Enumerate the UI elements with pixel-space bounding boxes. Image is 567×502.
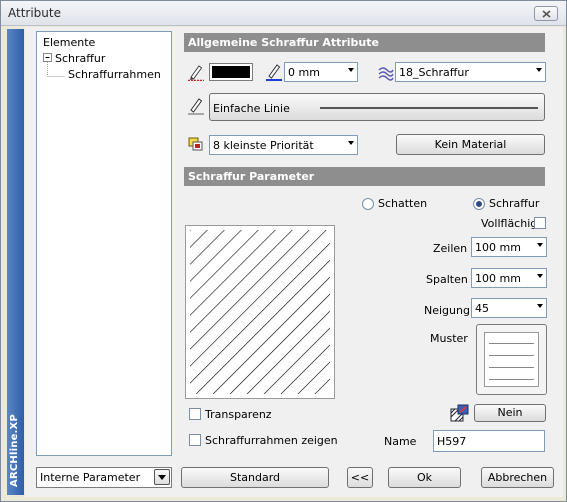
no-button-label: Nein bbox=[497, 406, 523, 419]
hatch-preview bbox=[185, 225, 335, 399]
internal-params-value: Interne Parameter bbox=[40, 471, 141, 484]
shadow-radio-label: Schatten bbox=[378, 197, 428, 210]
ok-button[interactable]: Ok bbox=[388, 467, 461, 488]
pen-color-icon bbox=[188, 65, 204, 81]
transparency-checkbox[interactable] bbox=[189, 408, 201, 420]
material-button[interactable]: Kein Material bbox=[396, 134, 545, 155]
line-type-label: Einfache Linie bbox=[213, 102, 290, 115]
pattern-button[interactable] bbox=[476, 324, 547, 395]
solid-checkbox[interactable] bbox=[534, 217, 546, 229]
dialog-content: Elemente Schraffur Schraffurrahmen Allge… bbox=[25, 27, 563, 497]
name-input[interactable]: H597 bbox=[433, 430, 545, 452]
chevron-down-icon bbox=[537, 243, 543, 247]
priority-icon bbox=[188, 137, 203, 151]
tree-connector bbox=[47, 76, 65, 77]
solid-label: Vollflächig bbox=[481, 217, 538, 230]
chevron-down-icon bbox=[537, 304, 543, 308]
layer-select[interactable]: 18_Schraffur bbox=[395, 62, 546, 82]
priority-value: 8 kleinste Priorität bbox=[213, 139, 314, 152]
name-value: H597 bbox=[437, 435, 467, 448]
cols-label: Spalten bbox=[426, 273, 468, 286]
ok-label: Ok bbox=[416, 471, 433, 484]
line-type-icon bbox=[188, 98, 204, 115]
rows-label: Zeilen bbox=[433, 242, 468, 255]
pen-width-select[interactable]: 0 mm bbox=[284, 62, 358, 82]
params-section-header: Schraffur Parameter bbox=[184, 167, 545, 186]
chevron-down-icon bbox=[348, 141, 354, 145]
incline-label: Neigung bbox=[424, 304, 470, 317]
chevron-down-icon bbox=[537, 274, 543, 278]
general-section-header: Allgemeine Schraffur Attribute bbox=[184, 33, 545, 52]
back-label: << bbox=[350, 471, 370, 484]
priority-select[interactable]: 8 kleinste Priorität bbox=[209, 135, 358, 155]
brand-label: ARCHline.XP bbox=[9, 414, 20, 487]
rows-value: 100 mm bbox=[475, 241, 521, 254]
standard-label: Standard bbox=[229, 471, 281, 484]
shadow-radio[interactable] bbox=[362, 198, 374, 210]
cancel-button[interactable]: Abbrechen bbox=[481, 467, 554, 488]
chevron-down-icon bbox=[536, 68, 542, 72]
name-label: Name bbox=[384, 435, 417, 448]
line-preview bbox=[320, 107, 538, 109]
hatch-radio[interactable] bbox=[473, 198, 485, 210]
close-icon bbox=[541, 9, 551, 18]
close-button[interactable] bbox=[534, 6, 558, 21]
transparency-label: Transparenz bbox=[205, 408, 272, 421]
category-tree[interactable]: Elemente Schraffur Schraffurrahmen bbox=[36, 31, 172, 456]
tree-item-schraffur[interactable]: Schraffur bbox=[55, 52, 105, 65]
pen-width-icon bbox=[266, 64, 282, 81]
pen-color-swatch[interactable] bbox=[209, 63, 253, 81]
pen-width-value: 0 mm bbox=[288, 66, 320, 79]
back-button[interactable]: << bbox=[347, 467, 373, 488]
internal-params-select[interactable]: Interne Parameter bbox=[36, 467, 172, 488]
tree-item-schraffurrahmen[interactable]: Schraffurrahmen bbox=[68, 68, 161, 81]
hatch-pattern bbox=[190, 230, 330, 394]
tree-item-elemente[interactable]: Elemente bbox=[43, 36, 95, 49]
layer-icon bbox=[378, 67, 394, 81]
show-frame-label: Schraffurrahmen zeigen bbox=[205, 434, 338, 447]
chevron-down-icon bbox=[348, 68, 354, 72]
brand-strip: ARCHline.XP bbox=[7, 29, 24, 495]
material-label: Kein Material bbox=[434, 138, 507, 151]
show-frame-checkbox[interactable] bbox=[189, 434, 201, 446]
frame-hatch-icon bbox=[450, 404, 469, 422]
hatch-radio-label: Schraffur bbox=[489, 197, 540, 210]
title-bar: Attribute bbox=[1, 1, 566, 26]
dropdown-button[interactable] bbox=[154, 469, 170, 485]
cols-select[interactable]: 100 mm bbox=[471, 268, 547, 288]
cancel-label: Abbrechen bbox=[487, 471, 548, 484]
incline-select[interactable]: 45 bbox=[471, 298, 547, 318]
attribute-dialog: Attribute ARCHline.XP Elemente Schraffur… bbox=[0, 0, 567, 502]
rows-select[interactable]: 100 mm bbox=[471, 237, 547, 257]
line-type-button[interactable]: Einfache Linie bbox=[209, 93, 545, 121]
standard-button[interactable]: Standard bbox=[181, 467, 329, 488]
cols-value: 100 mm bbox=[475, 272, 521, 285]
layer-value: 18_Schraffur bbox=[399, 66, 469, 79]
chevron-down-icon bbox=[158, 475, 166, 480]
window-title: Attribute bbox=[8, 6, 61, 20]
pattern-label: Muster bbox=[430, 332, 468, 345]
no-button[interactable]: Nein bbox=[474, 404, 546, 422]
incline-value: 45 bbox=[475, 302, 489, 315]
